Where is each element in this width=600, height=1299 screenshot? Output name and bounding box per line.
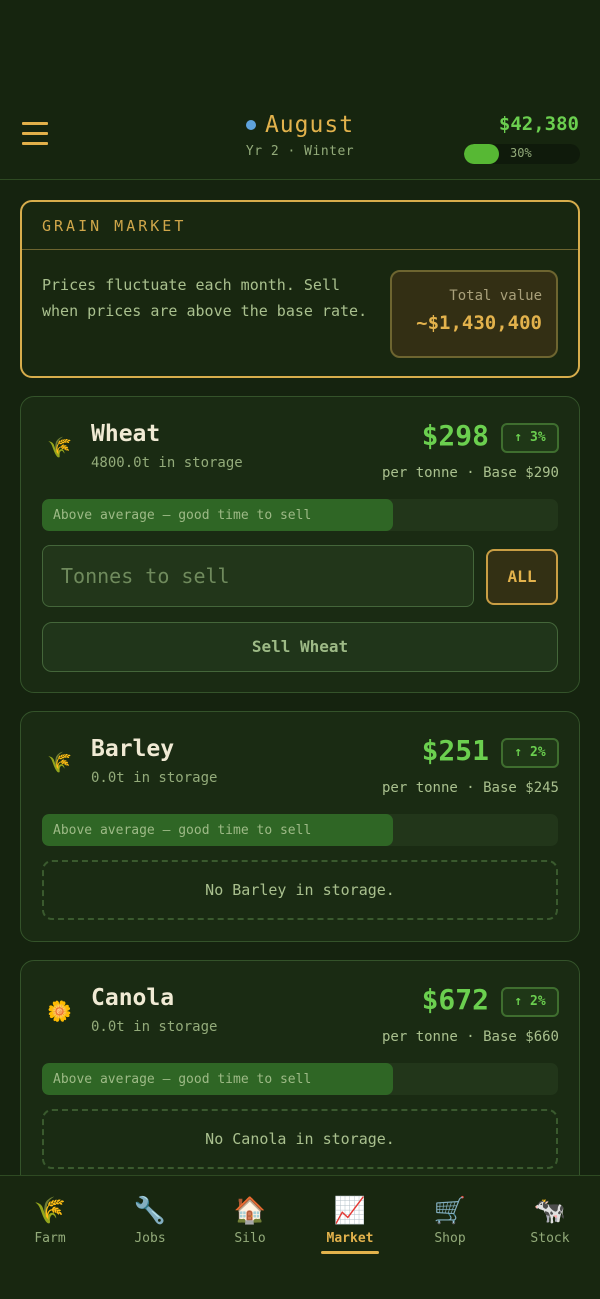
price-change-badge: ↑ 3% [501,423,559,453]
grain-price: $672 [421,983,489,1016]
wheat-icon: 🌾 [33,1196,67,1226]
grain-card-canola: 🌼 Canola 0.0t in storage $672 ↑ 2% per t… [20,960,580,1191]
nav-item-farm[interactable]: 🌾 Farm [0,1194,100,1246]
nav-item-jobs[interactable]: 🔧 Jobs [100,1194,200,1246]
empty-storage-message: No Canola in storage. [42,1109,558,1169]
wrench-icon: 🔧 [133,1196,167,1226]
sell-wheat-button[interactable]: Sell Wheat [42,622,558,672]
total-value-amount: ~$1,430,400 [416,312,542,334]
wheat-icon: 🌾 [47,435,72,459]
nav-label: Jobs [134,1231,166,1246]
price-per-tonne: per tonne · Base $290 [381,465,559,481]
bottom-navigation: 🌾 Farm 🔧 Jobs 🏠 Silo 📈 Market 🛒 Shop 🐄 S… [0,1175,600,1299]
season-progress-bar: 30% [464,144,580,164]
nav-label: Shop [434,1231,466,1246]
nav-item-shop[interactable]: 🛒 Shop [400,1194,500,1246]
grain-card-barley: 🌾 Barley 0.0t in storage $251 ↑ 2% per t… [20,711,580,942]
canola-flower-icon: 🌼 [47,999,72,1023]
grain-market-card: GRAIN MARKET Prices fluctuate each month… [20,200,580,378]
tonnes-input[interactable] [42,545,474,607]
money-balance: $42,380 [498,113,579,135]
nav-item-stock[interactable]: 🐄 Stock [500,1194,600,1246]
grain-card-wheat: 🌾 Wheat 4800.0t in storage $298 ↑ 3% per… [20,396,580,693]
grain-name: Wheat [91,421,161,447]
chart-trend-icon: 📈 [333,1196,367,1226]
barley-icon: 🌾 [47,750,72,774]
nav-label: Stock [530,1231,570,1246]
grain-storage: 0.0t in storage [91,1019,218,1035]
nav-label: Farm [34,1231,66,1246]
nav-item-market[interactable]: 📈 Market [300,1194,400,1254]
grain-name: Canola [91,985,175,1011]
nav-label: Silo [234,1231,266,1246]
price-indicator-bar: Above average — good time to sell [42,1063,558,1095]
house-icon: 🏠 [233,1196,267,1226]
price-indicator-bar: Above average — good time to sell [42,499,558,531]
month-label: August [264,112,355,138]
market-title: GRAIN MARKET [22,202,578,250]
progress-fill [464,144,499,164]
price-per-tonne: per tonne · Base $245 [381,780,559,796]
cart-icon: 🛒 [433,1196,467,1226]
active-tab-indicator [321,1251,379,1254]
price-indicator-label: Above average — good time to sell [53,1072,312,1087]
grain-name: Barley [91,736,175,762]
nav-item-silo[interactable]: 🏠 Silo [200,1194,300,1246]
grain-storage: 0.0t in storage [91,770,218,786]
nav-label: Market [326,1231,374,1246]
progress-label: 30% [510,146,532,160]
total-value-label: Total value [449,288,542,304]
empty-storage-message: No Barley in storage. [42,860,558,920]
sell-all-button[interactable]: ALL [486,549,558,605]
price-change-badge: ↑ 2% [501,738,559,768]
cow-icon: 🐄 [533,1196,567,1226]
total-value-box: Total value ~$1,430,400 [390,270,558,358]
price-indicator-label: Above average — good time to sell [53,508,312,523]
season-dot-icon [245,120,256,130]
top-bar: August Yr 2 · Winter $42,380 30% [0,0,600,180]
price-indicator-label: Above average — good time to sell [53,823,312,838]
market-description: Prices fluctuate each month. Sell when p… [42,276,368,320]
price-per-tonne: per tonne · Base $660 [381,1029,559,1045]
grain-price: $251 [421,734,489,767]
grain-price: $298 [421,419,489,452]
price-change-badge: ↑ 2% [501,987,559,1017]
grain-storage: 4800.0t in storage [91,455,243,471]
price-indicator-bar: Above average — good time to sell [42,814,558,846]
